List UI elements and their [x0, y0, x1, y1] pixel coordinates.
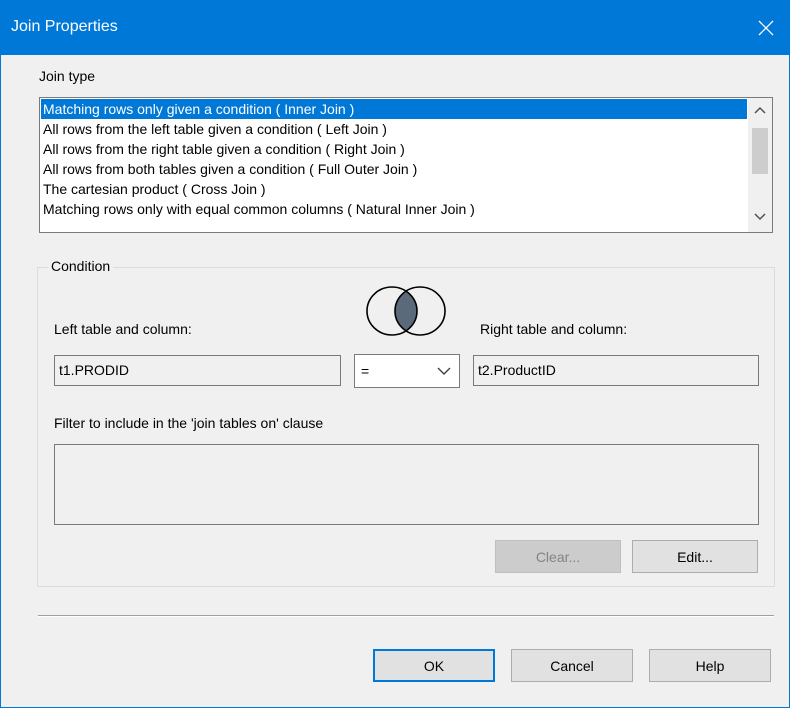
left-table-label: Left table and column:	[54, 321, 192, 337]
operator-select[interactable]: =	[354, 354, 460, 388]
join-type-listbox[interactable]: Matching rows only given a condition ( I…	[39, 97, 773, 233]
join-type-item-natural-inner[interactable]: Matching rows only with equal common col…	[41, 199, 747, 219]
right-table-column-field[interactable]: t2.ProductID	[473, 355, 759, 386]
clear-button[interactable]: Clear...	[495, 540, 621, 573]
right-table-label: Right table and column:	[480, 321, 628, 337]
chevron-down-icon	[754, 213, 766, 221]
join-type-item-full-outer[interactable]: All rows from both tables given a condit…	[41, 159, 747, 179]
help-button[interactable]: Help	[649, 649, 771, 682]
venn-diagram-inner-join-icon	[366, 286, 446, 336]
ok-button[interactable]: OK	[373, 649, 495, 682]
scroll-down-button[interactable]	[748, 206, 772, 228]
join-type-item-left[interactable]: All rows from the left table given a con…	[41, 119, 747, 139]
join-type-item-cross[interactable]: The cartesian product ( Cross Join )	[41, 179, 747, 199]
scroll-up-button[interactable]	[748, 99, 772, 121]
filter-label: Filter to include in the 'join tables on…	[54, 415, 324, 431]
dialog-title: Join Properties	[11, 18, 118, 35]
operator-value: =	[361, 363, 370, 379]
join-type-items: Matching rows only given a condition ( I…	[41, 99, 747, 219]
cancel-button[interactable]: Cancel	[511, 649, 633, 682]
chevron-down-icon	[437, 367, 451, 375]
separator	[38, 615, 774, 617]
scroll-thumb[interactable]	[752, 128, 768, 174]
chevron-up-icon	[754, 106, 766, 114]
filter-field[interactable]	[54, 444, 759, 525]
join-type-item-inner[interactable]: Matching rows only given a condition ( I…	[41, 99, 747, 119]
title-bar[interactable]: Join Properties	[1, 1, 789, 55]
join-properties-dialog: Join Properties Join type Matching rows …	[0, 0, 790, 708]
vertical-scrollbar[interactable]	[748, 98, 772, 232]
close-button[interactable]	[743, 1, 789, 55]
close-icon	[758, 20, 774, 36]
join-type-label: Join type	[39, 68, 96, 84]
edit-button[interactable]: Edit...	[632, 540, 758, 573]
left-table-column-field[interactable]: t1.PRODID	[54, 355, 341, 386]
condition-caption: Condition	[48, 258, 114, 274]
join-type-item-right[interactable]: All rows from the right table given a co…	[41, 139, 747, 159]
